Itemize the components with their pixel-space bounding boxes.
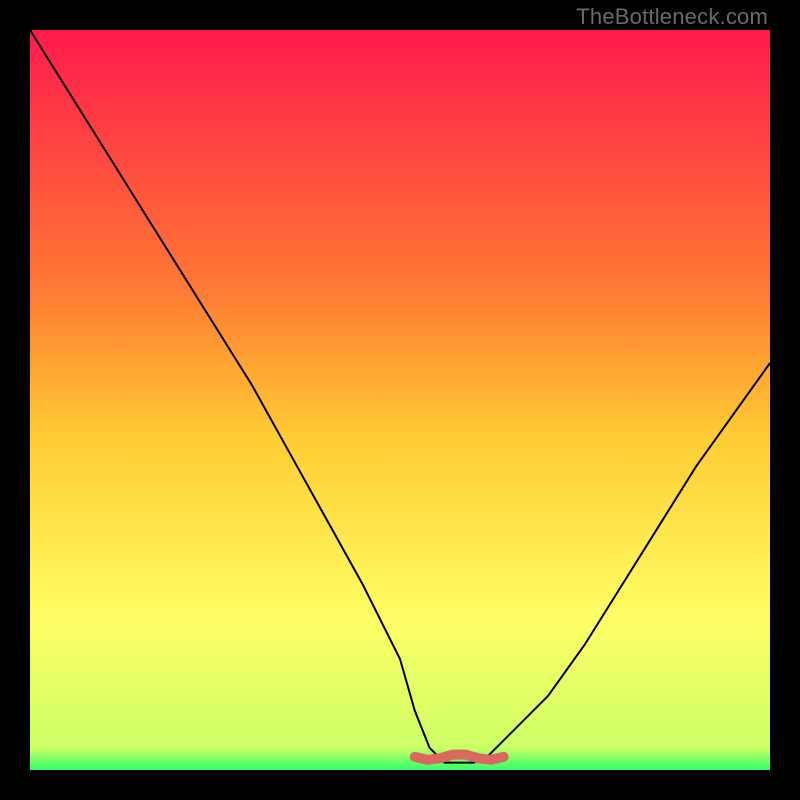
chart-frame xyxy=(30,30,770,770)
watermark-text: TheBottleneck.com xyxy=(576,4,768,30)
flat-region-marker xyxy=(415,755,504,760)
bottleneck-chart xyxy=(30,30,770,770)
